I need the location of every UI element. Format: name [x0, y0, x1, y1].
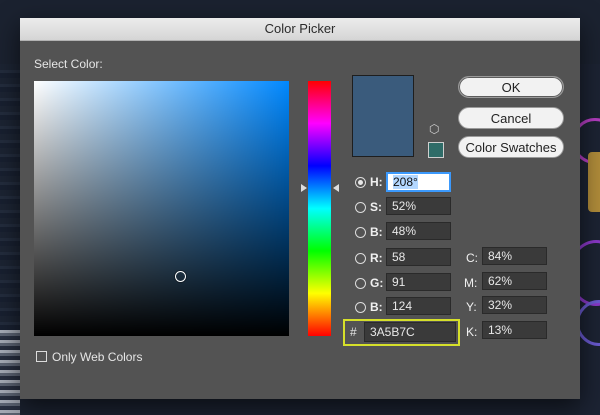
saturation-label: S: — [370, 200, 382, 214]
green-label: G: — [370, 276, 384, 290]
hue-slider[interactable] — [308, 81, 331, 336]
yellow-label: Y: — [466, 300, 477, 314]
green-input[interactable]: 91 — [386, 273, 451, 291]
websafe-color-swatch[interactable] — [428, 142, 444, 158]
brightness-radio[interactable] — [355, 227, 366, 238]
black-label: K: — [466, 325, 478, 339]
color-swatches-button[interactable]: Color Swatches — [458, 136, 564, 158]
hue-label: H: — [370, 175, 383, 189]
color-cursor[interactable] — [175, 271, 186, 282]
hue-slider-handle-left[interactable] — [301, 184, 307, 192]
brightness-label: B: — [370, 225, 383, 239]
color-preview — [352, 75, 414, 157]
select-color-label: Select Color: — [34, 57, 103, 71]
only-web-colors-checkbox[interactable] — [36, 351, 47, 362]
blue-radio[interactable] — [355, 302, 366, 313]
blue-label: B: — [370, 300, 383, 314]
ok-button[interactable]: OK — [458, 76, 564, 98]
black-input[interactable]: 13% — [482, 321, 547, 339]
cube-icon: ⬡ — [429, 122, 440, 136]
dialog-title: Color Picker — [20, 18, 580, 41]
background-gold-shape — [588, 152, 600, 212]
saturation-brightness-field[interactable] — [34, 81, 289, 336]
saturation-radio[interactable] — [355, 202, 366, 213]
hue-radio[interactable] — [355, 177, 366, 188]
cyan-label: C: — [466, 251, 478, 265]
color-picker-dialog: Color Picker Select Color: ⬡ OK Cancel C… — [20, 18, 580, 399]
cancel-button[interactable]: Cancel — [458, 107, 564, 129]
hue-input[interactable]: 208° — [386, 172, 451, 192]
hex-input[interactable]: 3A5B7C — [364, 322, 456, 342]
magenta-label: M: — [464, 276, 478, 290]
hue-slider-handle-right[interactable] — [333, 184, 339, 192]
brightness-input[interactable]: 48% — [386, 222, 451, 240]
only-web-colors-label: Only Web Colors — [52, 350, 143, 364]
red-label: R: — [370, 251, 383, 265]
red-input[interactable]: 58 — [386, 248, 451, 266]
blue-input[interactable]: 124 — [386, 297, 451, 315]
yellow-input[interactable]: 32% — [482, 296, 547, 314]
hue-value: 208° — [393, 175, 418, 189]
cyan-input[interactable]: 84% — [482, 247, 547, 265]
hex-symbol: # — [350, 325, 357, 339]
background-app-left-texture — [0, 330, 20, 415]
saturation-input[interactable]: 52% — [386, 197, 451, 215]
magenta-input[interactable]: 62% — [482, 272, 547, 290]
green-radio[interactable] — [355, 278, 366, 289]
red-radio[interactable] — [355, 253, 366, 264]
